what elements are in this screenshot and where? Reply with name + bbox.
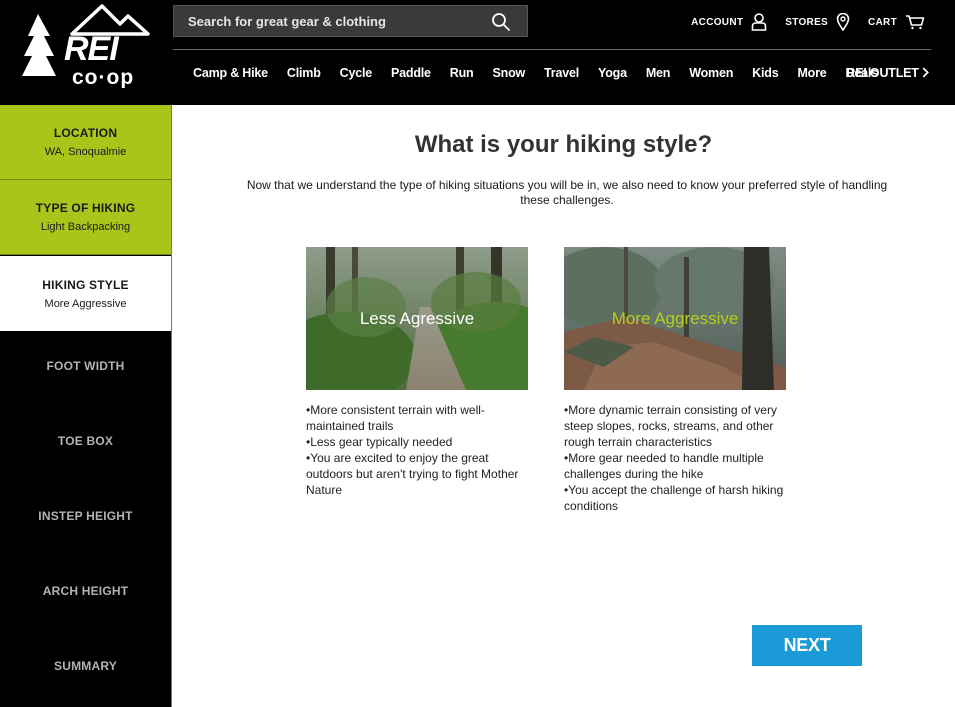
step-title: TOE BOX [57, 433, 114, 448]
step-hiking-style[interactable]: HIKING STYLE More Aggressive [0, 256, 171, 331]
nav-item-travel[interactable]: Travel [544, 66, 579, 80]
hiking-style-panel: What is your hiking style? Now that we u… [172, 105, 955, 707]
account-link[interactable]: ACCOUNT [691, 13, 767, 31]
fit-steps-sidebar: LOCATION WA, Snoqualmie TYPE OF HIKING L… [0, 105, 171, 707]
step-title: HIKING STYLE [42, 277, 129, 292]
option-bullets: More dynamic terrain consisting of very … [564, 402, 786, 514]
less-aggressive-photo[interactable]: Less Agressive [306, 247, 528, 390]
bullet-item: More dynamic terrain consisting of very … [564, 402, 786, 450]
option-label: More Aggressive [611, 309, 739, 328]
intro-text: Now that we understand the type of hikin… [246, 178, 888, 207]
step-toe-box[interactable]: TOE BOX [0, 403, 171, 478]
step-foot-width[interactable]: FOOT WIDTH [0, 328, 171, 403]
step-value: Light Backpacking [40, 221, 131, 233]
main-nav: Camp & Hike Climb Cycle Paddle Run Snow … [193, 66, 897, 80]
bullet-item: More gear needed to handle multiple chal… [564, 450, 786, 482]
bullet-item: Less gear typically needed [306, 434, 528, 450]
more-aggressive-photo[interactable]: More Aggressive [564, 247, 786, 390]
bullet-item: More consistent terrain with well-mainta… [306, 402, 528, 434]
site-header: REI co·op ACCOUNT STORES CART [0, 0, 955, 105]
search-icon[interactable] [491, 12, 511, 32]
step-title: TYPE OF HIKING [35, 201, 136, 215]
search-input[interactable] [174, 6, 474, 36]
bullet-item: You are excited to enjoy the great outdo… [306, 450, 528, 498]
bullet-item: You accept the challenge of harsh hiking… [564, 482, 786, 514]
step-type-of-hiking[interactable]: TYPE OF HIKING Light Backpacking [0, 180, 171, 255]
nav-item-more[interactable]: More [797, 66, 826, 80]
account-icon [751, 13, 767, 31]
option-label: Less Agressive [359, 309, 475, 328]
step-title: FOOT WIDTH [46, 358, 125, 373]
step-title: ARCH HEIGHT [42, 583, 129, 598]
svg-text:co·op: co·op [72, 66, 134, 88]
header-divider [173, 49, 931, 50]
step-instep-height[interactable]: INSTEP HEIGHT [0, 478, 171, 553]
nav-item-cycle[interactable]: Cycle [340, 66, 373, 80]
cart-icon [906, 15, 925, 30]
stores-link[interactable]: STORES [785, 13, 850, 31]
stores-label: STORES [785, 16, 829, 28]
outlet-label: REI OUTLET [846, 66, 919, 80]
nav-item-camp-hike[interactable]: Camp & Hike [193, 66, 268, 80]
cart-link[interactable]: CART [868, 14, 925, 30]
step-title: INSTEP HEIGHT [38, 508, 133, 523]
rei-coop-logo[interactable]: REI co·op [20, 4, 152, 88]
step-value: WA, Snoqualmie [44, 146, 127, 158]
utility-links: ACCOUNT STORES CART [691, 10, 925, 34]
nav-item-paddle[interactable]: Paddle [391, 66, 431, 80]
search-bar[interactable] [173, 5, 528, 37]
step-summary[interactable]: SUMMARY [0, 628, 171, 703]
step-title: SUMMARY [54, 658, 117, 673]
nav-item-run[interactable]: Run [450, 66, 474, 80]
nav-item-women[interactable]: Women [689, 66, 733, 80]
nav-item-climb[interactable]: Climb [287, 66, 321, 80]
step-value: More Aggressive [44, 297, 127, 310]
step-title: LOCATION [53, 126, 118, 140]
rei-outlet-link[interactable]: REI OUTLET [846, 66, 929, 80]
page-title: What is your hiking style? [414, 131, 713, 158]
account-label: ACCOUNT [691, 16, 744, 28]
nav-item-yoga[interactable]: Yoga [598, 66, 627, 80]
nav-item-men[interactable]: Men [646, 66, 671, 80]
nav-item-snow[interactable]: Snow [493, 66, 526, 80]
option-less-aggressive[interactable]: Less Agressive More consistent terrain w… [306, 247, 528, 498]
step-arch-height[interactable]: ARCH HEIGHT [0, 553, 171, 628]
chevron-right-icon [922, 67, 929, 78]
option-bullets: More consistent terrain with well-mainta… [306, 402, 528, 498]
step-location[interactable]: LOCATION WA, Snoqualmie [0, 105, 171, 180]
stores-pin-icon [836, 13, 850, 31]
svg-text:REI: REI [64, 30, 120, 68]
nav-item-kids[interactable]: Kids [752, 66, 778, 80]
option-more-aggressive[interactable]: More Aggressive More dynamic terrain con… [564, 247, 786, 514]
cart-label: CART [868, 16, 897, 28]
next-button[interactable]: NEXT [752, 625, 862, 666]
